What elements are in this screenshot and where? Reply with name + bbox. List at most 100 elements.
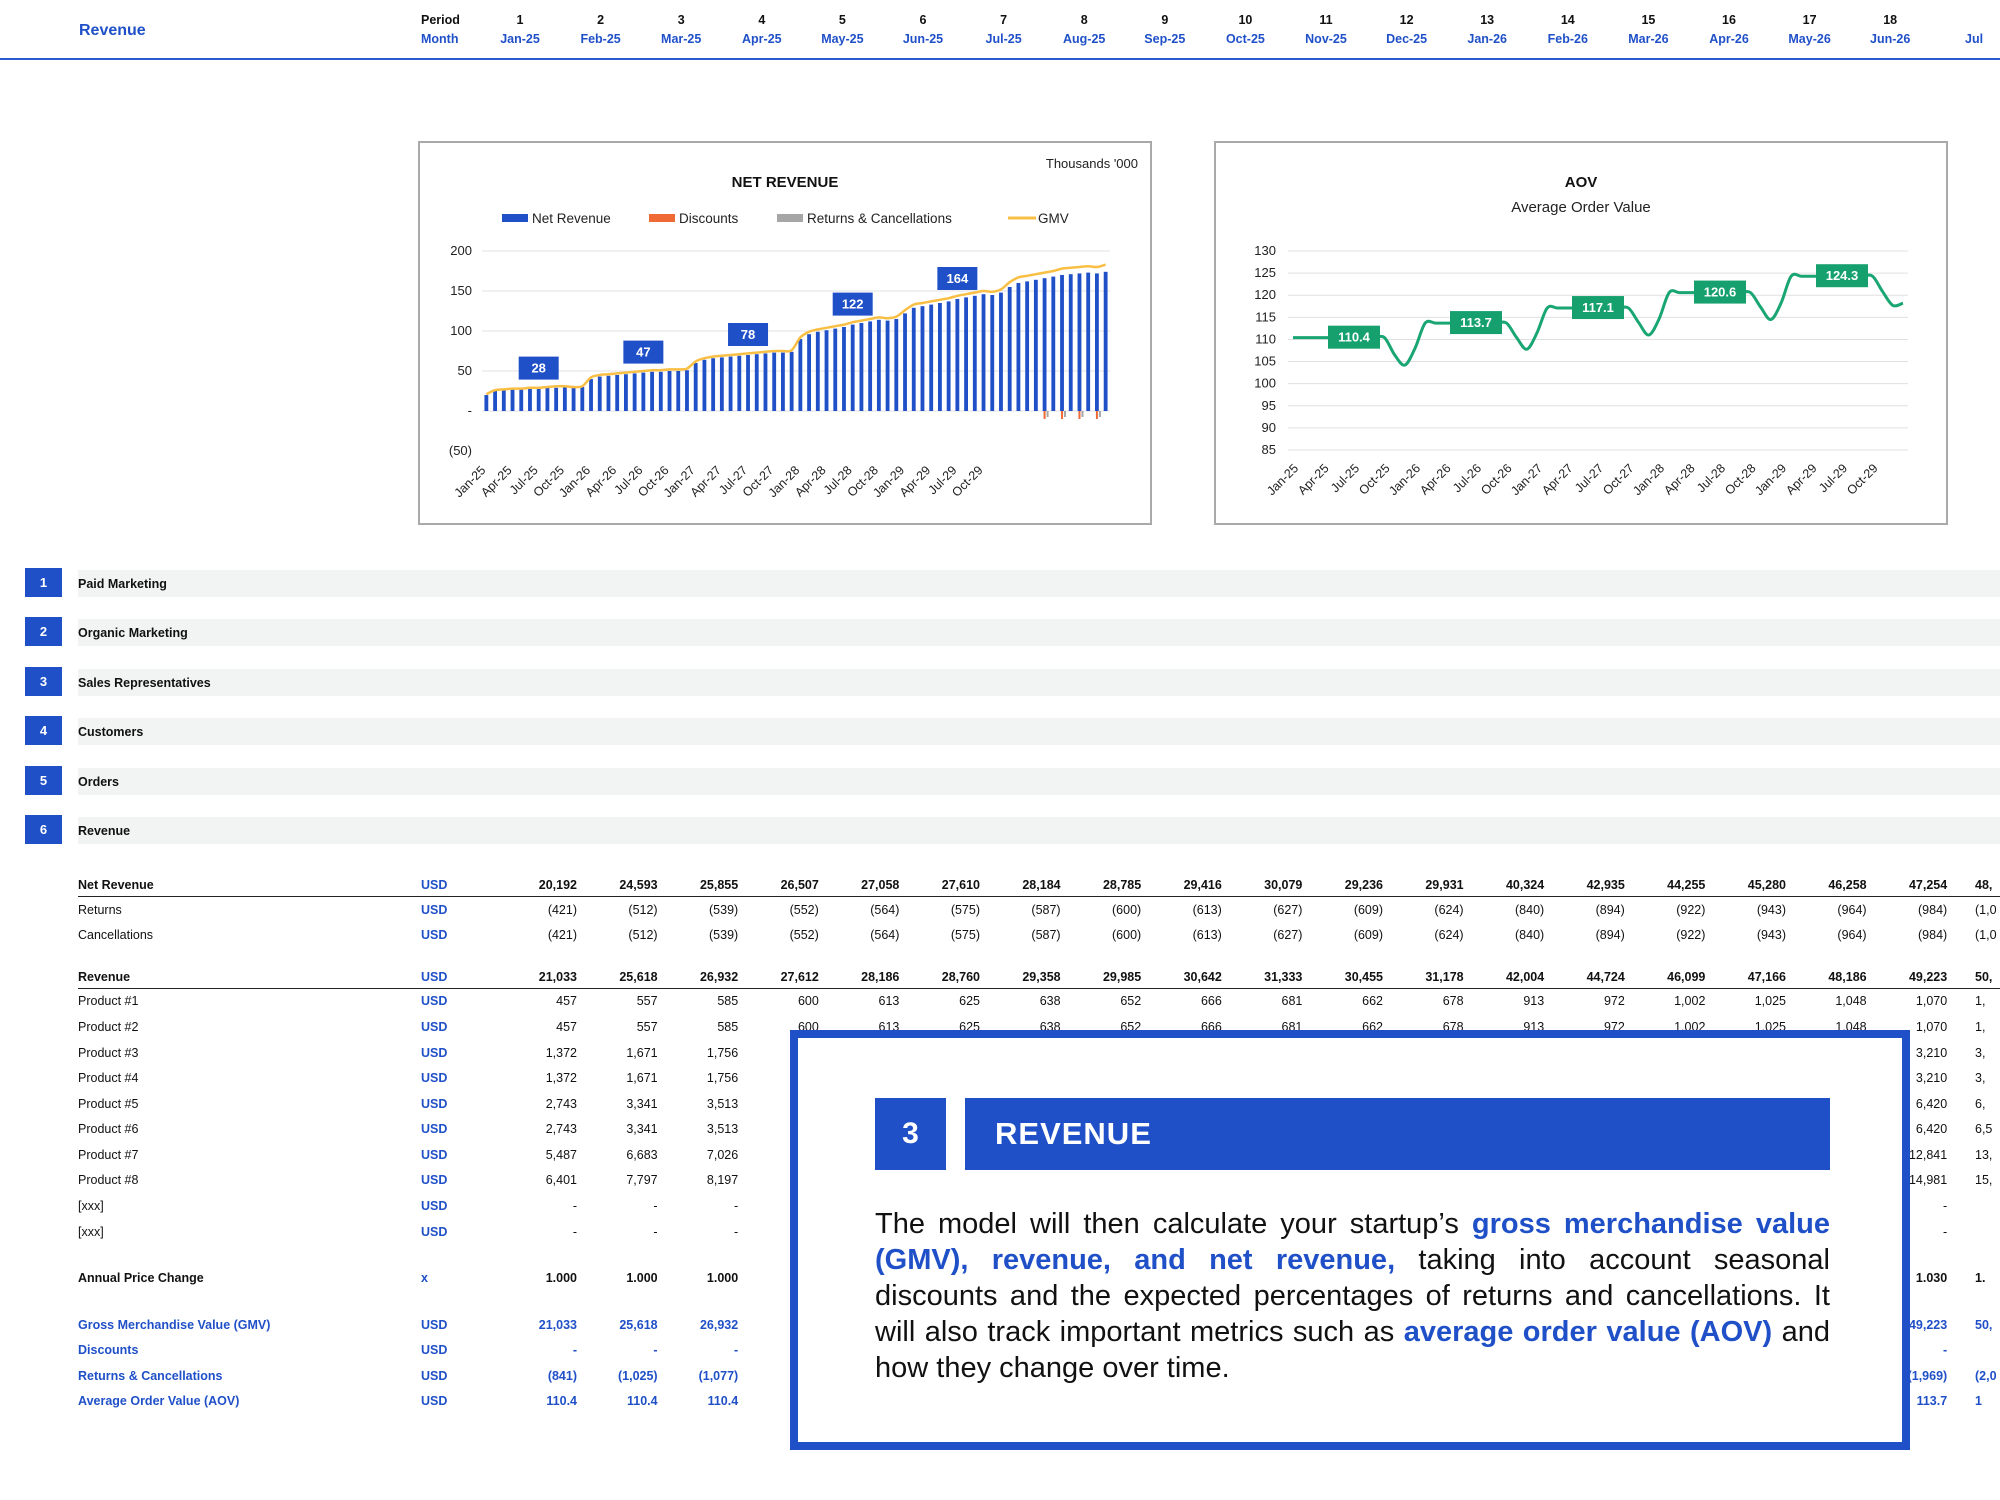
- callout-text: The model will then calculate your start…: [875, 1206, 1830, 1386]
- row-unit: USD: [421, 1097, 448, 1111]
- section-label: Revenue: [78, 824, 131, 838]
- row-cell: 28,760: [941, 970, 980, 984]
- row-cell: (894): [1595, 903, 1625, 917]
- row-cell: (609): [1353, 903, 1383, 917]
- net-revenue-bar: [1007, 287, 1012, 411]
- net-revenue-bar: [1051, 276, 1056, 411]
- row-cell: (609): [1353, 928, 1383, 942]
- period-number: 1: [516, 13, 524, 27]
- net-revenue-bar: [554, 387, 559, 411]
- row-cell: 972: [1603, 994, 1625, 1008]
- chart-subtitle: Average Order Value: [1511, 199, 1651, 216]
- row-label: Product #4: [78, 1071, 139, 1085]
- row-cell: 24,593: [619, 878, 658, 892]
- row-cell: 27,058: [861, 878, 900, 892]
- net-revenue-bar: [903, 313, 907, 411]
- row-cell: (964): [1837, 903, 1867, 917]
- section-customers[interactable]: 4 Customers: [25, 716, 2000, 745]
- y-tick-label: 150: [450, 283, 472, 298]
- section-revenue[interactable]: 6 Revenue: [25, 815, 2000, 844]
- net-revenue-bar: [536, 388, 541, 411]
- row-underline: [78, 896, 2000, 897]
- section-number: 2: [25, 617, 62, 646]
- row-unit: USD: [421, 1071, 448, 1085]
- x-tick-label: Jul-26: [1450, 461, 1484, 495]
- row-cell: 6,: [1975, 1097, 1986, 1111]
- net-revenue-bar: [632, 373, 637, 411]
- net-revenue-bar: [1086, 272, 1091, 411]
- row-label: Annual Price Change: [78, 1271, 204, 1285]
- x-tick-label: Jan-25: [1264, 461, 1301, 498]
- row-cell: (552): [789, 903, 819, 917]
- period-number: 12: [1399, 13, 1414, 27]
- legend-label: Net Revenue: [532, 211, 611, 226]
- row-cell: 913: [1523, 994, 1545, 1008]
- row-cell: -: [572, 1343, 577, 1357]
- section-label: Sales Representatives: [78, 676, 211, 690]
- row-label: Revenue: [78, 970, 131, 984]
- row-cell: 48,186: [1828, 970, 1867, 984]
- net-revenue-bar: [685, 370, 689, 411]
- row-cell: 7,026: [706, 1148, 739, 1162]
- period-number: 16: [1722, 13, 1736, 27]
- net-revenue-bar: [1103, 271, 1108, 411]
- row-cell: 1,756: [706, 1071, 739, 1085]
- month-header: May-26: [1788, 32, 1831, 46]
- row-cell: 8,197: [706, 1173, 739, 1187]
- section-band: [78, 669, 2000, 696]
- row-cell: (627): [1273, 928, 1303, 942]
- row-cell: (575): [950, 903, 980, 917]
- aov-chart-svg: AOV Average Order Value 130 125 120 115 110 105…: [1254, 174, 1908, 498]
- section-paid-marketing[interactable]: 1 Paid Marketing: [25, 568, 2000, 597]
- section-orders[interactable]: 5 Orders: [25, 766, 2000, 795]
- row-cell: 585: [717, 994, 739, 1008]
- row-cell: (840): [1515, 903, 1545, 917]
- y-tick-label: 50: [458, 363, 472, 378]
- x-tick-label: Oct-26: [1478, 461, 1514, 497]
- x-tick-label: Apr-28: [1661, 461, 1697, 497]
- row-label: Product #5: [78, 1097, 139, 1111]
- section-organic-marketing[interactable]: 2 Organic Marketing: [25, 617, 2000, 646]
- net-revenue-bar: [501, 390, 506, 411]
- data-label: 120.6: [1704, 285, 1737, 300]
- row-cell: 44,724: [1586, 970, 1625, 984]
- period-number: 13: [1480, 13, 1495, 27]
- section-band: [78, 768, 2000, 795]
- row-cell: 1.000: [626, 1271, 658, 1285]
- x-tick-label: Jul-28: [1694, 461, 1728, 495]
- row-cell: 1,048: [1835, 994, 1867, 1008]
- row-cell: 2,743: [545, 1122, 577, 1136]
- row-cell: 13,: [1975, 1148, 1993, 1162]
- row-cell: 1,756: [706, 1046, 739, 1060]
- section-band: [78, 817, 2000, 844]
- y-tick-label: 200: [450, 243, 472, 258]
- net-revenue-bar: [798, 339, 803, 411]
- row-cell: (613): [1192, 903, 1222, 917]
- row-cell: 29,931: [1425, 878, 1464, 892]
- row-cell: -: [734, 1199, 739, 1213]
- callout-highlight-aov: average order value (AOV): [1403, 1316, 1773, 1348]
- callout-text-part: The model will then calculate your start…: [875, 1208, 1472, 1240]
- y-tick-label: 115: [1255, 309, 1276, 324]
- row-cell: (539): [709, 928, 739, 942]
- y-tick-label: 110: [1255, 331, 1276, 346]
- row-cell: 28,186: [861, 970, 900, 984]
- row-cell: 21,033: [538, 970, 577, 984]
- net-revenue-bar: [964, 297, 969, 411]
- y-tick-label: 95: [1262, 398, 1276, 413]
- row-cell: 652: [1120, 994, 1142, 1008]
- month-header: Jul-25: [985, 32, 1022, 46]
- month-header: Nov-25: [1305, 32, 1347, 46]
- row-cell: 1,002: [1674, 994, 1706, 1008]
- period-number: 7: [1000, 13, 1008, 27]
- net-revenue-bar: [728, 356, 733, 411]
- section-band: [78, 718, 2000, 745]
- row-cell: (600): [1112, 903, 1142, 917]
- net-revenue-bar: [955, 299, 960, 411]
- row-cell: 6,401: [545, 1173, 577, 1187]
- row-cell: (943): [1756, 903, 1786, 917]
- section-sales-representatives[interactable]: 3 Sales Representatives: [25, 667, 2000, 696]
- row-unit: USD: [421, 928, 448, 942]
- section-number: 5: [25, 766, 62, 795]
- row-cell: (922): [1676, 928, 1706, 942]
